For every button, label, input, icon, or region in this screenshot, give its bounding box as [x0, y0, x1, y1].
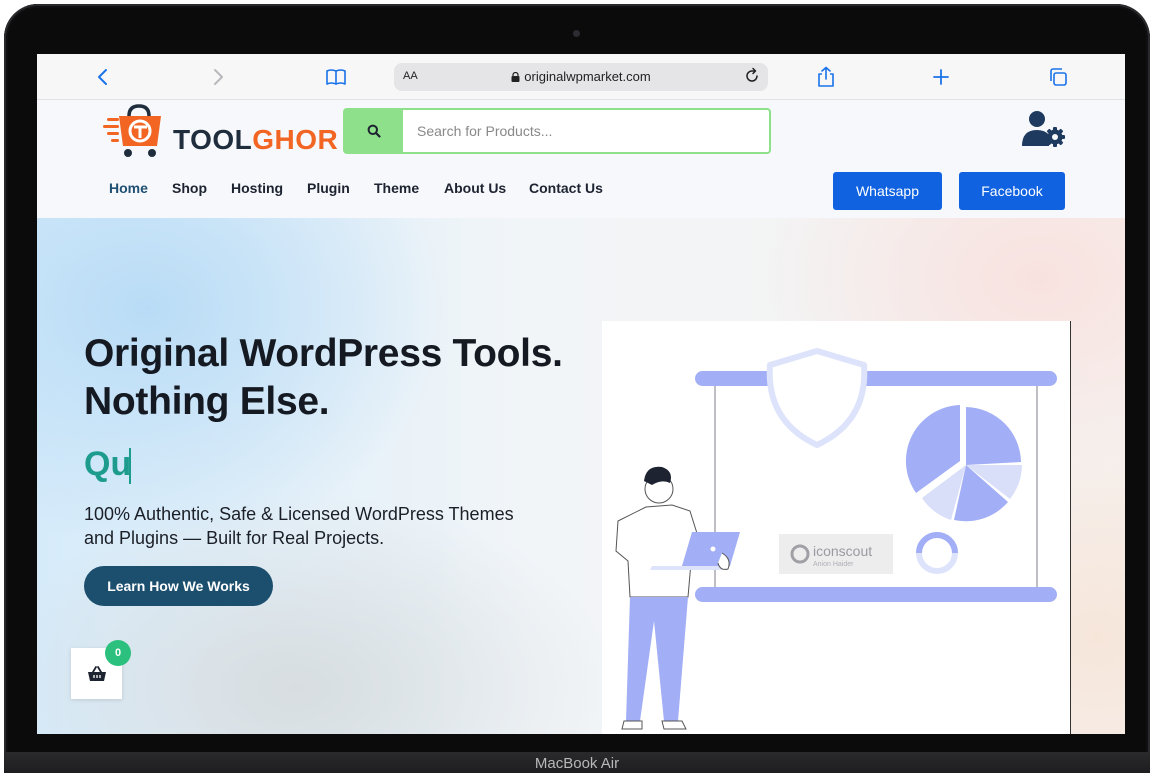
cart-count-badge: 0	[105, 640, 131, 666]
hero-illustration: iconscout Anion Haider	[602, 321, 1071, 734]
toolghor-logo[interactable]: TOOLGHOR	[103, 104, 338, 162]
search-input[interactable]	[405, 110, 767, 152]
book-icon[interactable]	[324, 65, 348, 89]
macbook-frame: AA originalwpmarket.com TOOLGHOR Search …	[4, 4, 1150, 773]
hero-section: Original WordPress Tools. Nothing Else. …	[37, 218, 1125, 734]
address-bar[interactable]: AA originalwpmarket.com	[394, 63, 768, 91]
nav-home[interactable]: Home	[109, 180, 148, 196]
learn-how-button[interactable]: Learn How We Works	[84, 566, 273, 606]
nav-hosting[interactable]: Hosting	[231, 180, 283, 196]
search-button[interactable]	[345, 110, 403, 152]
site-header: TOOLGHOR Search for Products... Home Sho…	[37, 100, 1125, 218]
typing-caret	[129, 448, 131, 484]
basket-icon	[87, 665, 106, 681]
plus-icon[interactable]	[929, 65, 953, 89]
hero-title: Original WordPress Tools. Nothing Else.	[84, 332, 563, 423]
search-icon	[367, 124, 381, 138]
facebook-button[interactable]: Facebook	[959, 172, 1065, 210]
user-settings-icon[interactable]	[1021, 110, 1067, 148]
nav-theme[interactable]: Theme	[374, 180, 419, 196]
whatsapp-button[interactable]: Whatsapp	[833, 172, 942, 210]
cart-logo-icon	[103, 104, 161, 157]
nav-plugin[interactable]: Plugin	[307, 180, 350, 196]
tabs-icon[interactable]	[1046, 65, 1070, 89]
iconscout-watermark: iconscout	[813, 543, 872, 559]
logo-text: TOOLGHOR	[173, 124, 339, 155]
hero-subtitle: 100% Authentic, Safe & Licensed WordPres…	[84, 504, 514, 548]
watermark-author: Anion Haider	[813, 561, 854, 568]
url-text: originalwpmarket.com	[524, 69, 651, 84]
lock-icon	[511, 72, 520, 82]
share-icon[interactable]	[814, 65, 838, 89]
chevron-left-icon[interactable]	[91, 65, 115, 89]
browser-screen: AA originalwpmarket.com TOOLGHOR Search …	[37, 54, 1125, 734]
product-search	[343, 108, 771, 154]
security-presentation-illustration: iconscout Anion Haider	[615, 348, 1057, 730]
device-label: MacBook Air	[534, 755, 620, 772]
nav-shop[interactable]: Shop	[172, 180, 207, 196]
nav-contact-us[interactable]: Contact Us	[529, 180, 603, 196]
reload-icon[interactable]	[742, 66, 762, 86]
camera-icon	[573, 30, 580, 37]
chevron-right-icon[interactable]	[206, 65, 230, 89]
nav-about-us[interactable]: About Us	[444, 180, 506, 196]
laptop-chin: MacBook Air	[4, 752, 1150, 773]
typed-headline: Qu	[84, 445, 132, 483]
safari-toolbar: AA originalwpmarket.com	[37, 54, 1125, 100]
